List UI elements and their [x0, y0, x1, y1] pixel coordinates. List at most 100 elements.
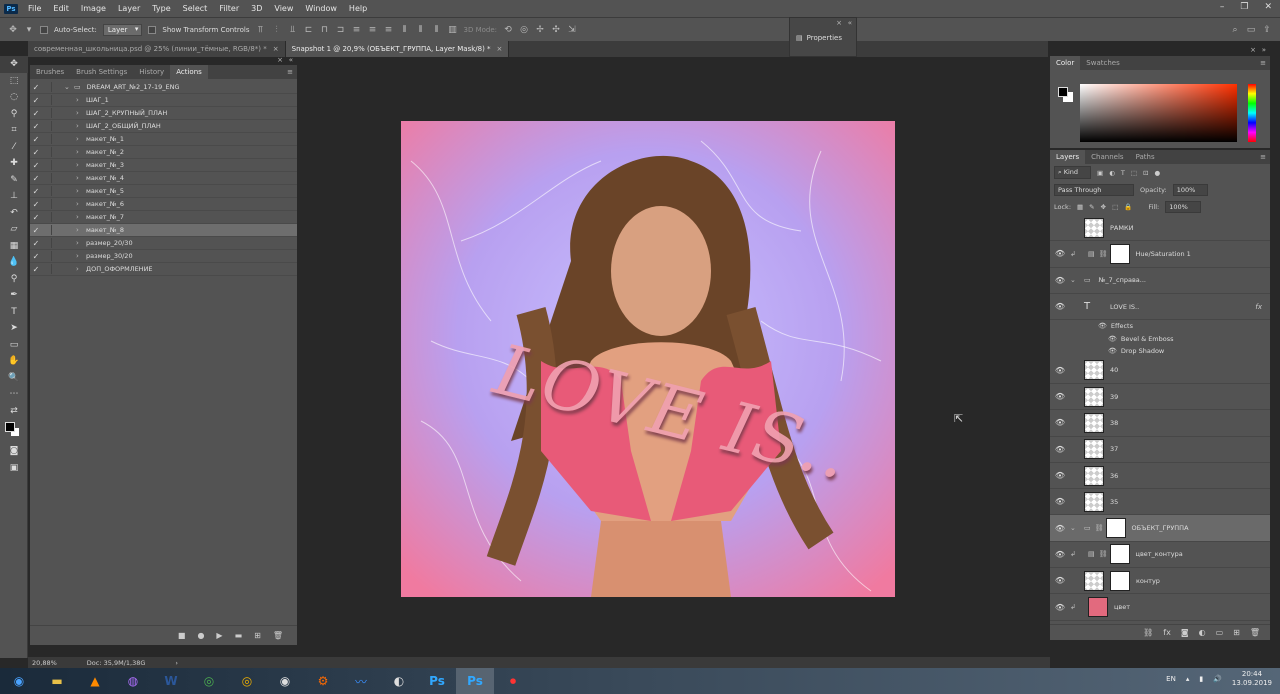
check-icon[interactable]: ✓	[30, 187, 42, 196]
action-item[interactable]: ✓ › размер_30/20	[30, 250, 297, 263]
screen-mode-icon[interactable]: ▣	[0, 460, 28, 477]
layer-row[interactable]: 👁 ↲ ▤ ⛓ Hue/Saturation 1	[1050, 241, 1270, 268]
distribute-bottom-icon[interactable]: ≡	[384, 25, 394, 35]
action-item[interactable]: ✓ › макет_№_4	[30, 172, 297, 185]
menu-filter[interactable]: Filter	[213, 4, 245, 13]
layer-row[interactable]: 👁 38	[1050, 410, 1270, 437]
eraser-tool-icon[interactable]: ▱	[0, 221, 28, 238]
layer-row[interactable]: 👁 37	[1050, 437, 1270, 463]
doc-tab-1[interactable]: современная_школьница.psd @ 25% (линии_т…	[28, 41, 286, 57]
tab-channels[interactable]: Channels	[1085, 150, 1129, 164]
marquee-tool-icon[interactable]: ⬚	[0, 73, 28, 90]
shape-tool-icon[interactable]: ▭	[0, 337, 28, 354]
eye-icon[interactable]: 👁	[1050, 471, 1070, 480]
status-menu-icon[interactable]: ›	[175, 659, 178, 667]
start-icon[interactable]: ◉	[0, 668, 38, 694]
layer-mask-thumb[interactable]	[1109, 544, 1130, 565]
3d-slide-icon[interactable]: ✣	[551, 25, 561, 35]
layer-thumb[interactable]	[1084, 360, 1104, 381]
dialog-toggle[interactable]	[42, 199, 52, 209]
workspace-icon[interactable]: ▭	[1246, 25, 1256, 35]
eye-icon[interactable]: 👁	[1108, 335, 1117, 343]
layer-mask-thumb[interactable]	[1109, 243, 1130, 264]
chevron-right-icon[interactable]: ›	[76, 96, 86, 104]
lock-position-icon[interactable]: ✥	[1101, 203, 1106, 211]
dialog-toggle[interactable]	[42, 160, 52, 170]
dialog-toggle[interactable]	[42, 121, 52, 131]
dialog-toggle[interactable]	[42, 147, 52, 157]
check-icon[interactable]: ✓	[30, 213, 42, 222]
action-set[interactable]: ✓ ⌄ ▭ DREAM_ART_№2_17-19_ENG	[30, 81, 297, 94]
check-icon[interactable]: ✓	[30, 252, 42, 261]
distribute-vcenter-icon[interactable]: ≡	[368, 25, 378, 35]
new-action-icon[interactable]: ⊞	[254, 631, 261, 640]
volume-icon[interactable]: 🔊	[1213, 675, 1222, 683]
check-icon[interactable]: ✓	[30, 226, 42, 235]
dialog-toggle[interactable]	[42, 251, 52, 261]
tab-brush-settings[interactable]: Brush Settings	[70, 65, 133, 79]
color-picker-field[interactable]	[1080, 84, 1237, 142]
distribute-right-icon[interactable]: ⦀	[432, 25, 442, 35]
menu-type[interactable]: Type	[146, 4, 176, 13]
collapse-icon[interactable]: «	[848, 19, 852, 27]
3d-roll-icon[interactable]: ◎	[519, 25, 529, 35]
hand-tool-icon[interactable]: ✋	[0, 353, 28, 370]
layer-effect-row[interactable]: 👁 Drop Shadow	[1050, 345, 1270, 358]
eye-icon[interactable]: 👁	[1050, 249, 1070, 258]
tab-actions[interactable]: Actions	[170, 65, 208, 79]
3d-scale-icon[interactable]: ⇲	[567, 25, 577, 35]
layer-thumb[interactable]	[1084, 386, 1104, 407]
layer-row[interactable]: 👁 39	[1050, 384, 1270, 411]
eye-icon[interactable]: 👁	[1050, 576, 1070, 585]
zoom-tool-icon[interactable]: 🔍	[0, 370, 28, 387]
action-item[interactable]: ✓ › макет_№_5	[30, 185, 297, 198]
action-item[interactable]: ✓ › макет_№_3	[30, 159, 297, 172]
action-item[interactable]: ✓ › макет_№_7	[30, 211, 297, 224]
eye-icon[interactable]: 👁	[1108, 347, 1117, 355]
word-icon[interactable]: W	[152, 668, 190, 694]
layer-thumb[interactable]	[1084, 439, 1104, 460]
tab-swatches[interactable]: Swatches	[1080, 56, 1125, 70]
chevron-right-icon[interactable]: ›	[76, 265, 86, 273]
brush-tool-icon[interactable]: ✎	[0, 172, 28, 189]
menu-edit[interactable]: Edit	[47, 4, 75, 13]
doc-tab-2[interactable]: Snapshot 1 @ 20,9% (ОБЪЕКТ_ГРУППА, Layer…	[285, 41, 510, 57]
filter-shape-icon[interactable]: ⬚	[1131, 169, 1137, 177]
dialog-toggle[interactable]	[42, 212, 52, 222]
language-indicator[interactable]: EN	[1166, 675, 1176, 683]
properties-button[interactable]: ▤ Properties	[796, 34, 842, 42]
chevron-right-icon[interactable]: ›	[76, 226, 86, 234]
dialog-toggle[interactable]	[42, 264, 52, 274]
menu-view[interactable]: View	[268, 4, 299, 13]
foreground-color[interactable]	[1058, 87, 1068, 97]
menu-file[interactable]: File	[22, 4, 47, 13]
photoshop-active-icon[interactable]: Ps	[456, 668, 494, 694]
filter-pixel-icon[interactable]: ▣	[1097, 169, 1103, 177]
eye-icon[interactable]: 👁	[1050, 418, 1070, 427]
eye-icon[interactable]: 👁	[1050, 276, 1070, 285]
action-item[interactable]: ✓ › макет_№_8	[30, 224, 297, 237]
check-icon[interactable]: ✓	[30, 161, 42, 170]
color-swatches[interactable]	[0, 419, 28, 443]
3d-drag-icon[interactable]: ✢	[535, 25, 545, 35]
close-icon[interactable]: ×	[836, 19, 842, 27]
eye-icon[interactable]: 👁	[1050, 497, 1070, 506]
new-layer-icon[interactable]: ⊞	[1233, 628, 1240, 637]
lock-artboard-icon[interactable]: ⬚	[1112, 203, 1118, 211]
filter-smart-icon[interactable]: ⊡	[1143, 169, 1148, 177]
transform-controls-checkbox[interactable]	[148, 25, 157, 34]
new-set-icon[interactable]: ▬	[235, 631, 243, 640]
action-item[interactable]: ✓ › макет_№_2	[30, 146, 297, 159]
dialog-toggle[interactable]	[42, 225, 52, 235]
action-item[interactable]: ✓ › ШАГ_2_КРУПНЫЙ_ПЛАН	[30, 107, 297, 120]
media-icon[interactable]: ◍	[114, 668, 152, 694]
trash-icon[interactable]: 🗑	[273, 631, 283, 640]
align-right-icon[interactable]: ⊐	[336, 25, 346, 35]
restore-icon[interactable]: ❐	[1240, 2, 1248, 12]
type-tool-icon[interactable]: T	[0, 304, 28, 321]
menu-image[interactable]: Image	[75, 4, 112, 13]
layer-mask-thumb[interactable]	[1110, 570, 1130, 591]
audio-icon[interactable]: 〰	[342, 668, 380, 694]
link-icon[interactable]: ⛓	[1143, 628, 1153, 637]
layer-row[interactable]: РАМКИ	[1050, 215, 1270, 242]
